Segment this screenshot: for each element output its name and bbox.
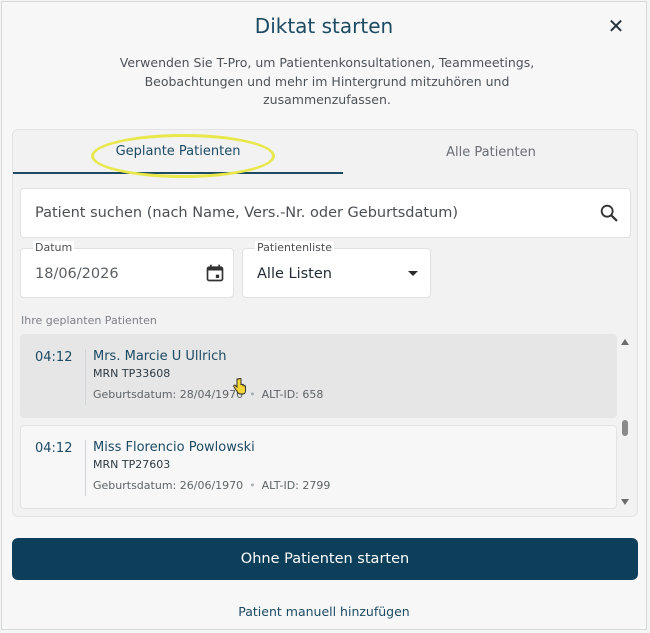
tab-all-patients[interactable]: Alle Patienten	[343, 130, 639, 174]
appointment-time: 04:12	[35, 441, 73, 456]
patient-alt-id: ALT-ID: 2799	[261, 479, 331, 492]
patient-search-field[interactable]	[20, 188, 631, 238]
calendar-icon[interactable]	[205, 263, 225, 283]
scroll-up-icon[interactable]	[621, 339, 629, 345]
patient-name: Mrs. Marcie U Ullrich	[93, 349, 227, 364]
tab-bar: Geplante Patienten Alle Patienten	[13, 130, 639, 178]
hand-cursor-icon	[233, 378, 246, 395]
divider	[85, 349, 86, 405]
start-dictation-dialog: Diktat starten ✕ Verwenden Sie T-Pro, um…	[1, 1, 647, 630]
patient-list-label: Patientenliste	[255, 241, 334, 254]
patient-list-value: Alle Listen	[257, 266, 332, 282]
patient-mrn: MRN TP27603	[93, 458, 171, 471]
separator-dot: •	[249, 479, 256, 492]
patient-mrn: MRN TP33608	[93, 367, 171, 380]
start-without-patient-button[interactable]: Ohne Patienten starten	[12, 538, 638, 580]
divider	[85, 440, 86, 496]
tab-scheduled-patients[interactable]: Geplante Patienten	[13, 130, 343, 174]
patient-dob: Geburtsdatum: 26/06/1970	[93, 479, 244, 492]
date-label: Datum	[33, 241, 75, 254]
patient-list-select[interactable]: Patientenliste Alle Listen	[242, 241, 431, 298]
scrollbar[interactable]	[620, 334, 630, 510]
patient-row[interactable]: 04:12 Miss Florencio Powlowski MRN TP276…	[20, 425, 617, 509]
patient-dob: Geburtsdatum: 28/04/1970	[93, 388, 244, 401]
patient-alt-id: ALT-ID: 658	[261, 388, 324, 401]
patient-meta: Geburtsdatum: 26/06/1970 • ALT-ID: 2799	[93, 479, 330, 492]
section-label: Ihre geplanten Patienten	[21, 314, 157, 327]
patient-card: Geplante Patienten Alle Patienten Datum …	[12, 129, 638, 517]
patient-name: Miss Florencio Powlowski	[93, 440, 255, 455]
dialog-description: Verwenden Sie T-Pro, um Patientenkonsult…	[119, 55, 535, 107]
separator-dot: •	[249, 388, 256, 401]
appointment-time: 04:12	[35, 350, 73, 365]
scroll-thumb[interactable]	[622, 420, 628, 436]
patient-list: 04:12 Mrs. Marcie U Ullrich MRN TP33608 …	[20, 334, 632, 510]
scroll-down-icon[interactable]	[621, 499, 629, 505]
chevron-down-icon	[408, 271, 418, 276]
search-input[interactable]	[21, 204, 598, 222]
add-patient-manually-link[interactable]: Patient manuell hinzufügen	[2, 604, 646, 619]
patient-meta: Geburtsdatum: 28/04/1970 • ALT-ID: 658	[93, 388, 323, 401]
search-icon[interactable]	[598, 202, 620, 224]
dialog-title: Diktat starten	[254, 14, 394, 38]
date-field[interactable]: Datum 18/06/2026	[20, 241, 234, 298]
close-icon[interactable]: ✕	[604, 14, 628, 38]
date-value: 18/06/2026	[35, 266, 119, 282]
patient-row[interactable]: 04:12 Mrs. Marcie U Ullrich MRN TP33608 …	[20, 334, 617, 418]
